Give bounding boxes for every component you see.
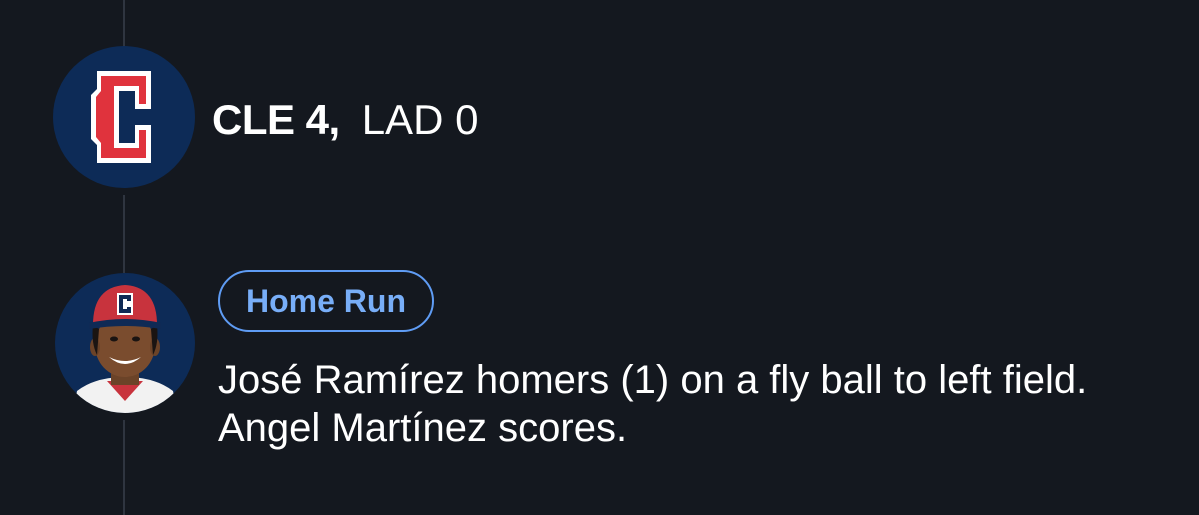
- cleveland-guardians-c-icon: [91, 71, 151, 163]
- timeline-connector: [123, 195, 125, 273]
- player-headshot-icon: [73, 285, 177, 413]
- timeline-connector: [123, 0, 125, 48]
- score-line: CLE 4, LAD 0: [212, 92, 478, 148]
- player-avatar: [55, 273, 195, 413]
- play-description: José Ramírez homers (1) on a fly ball to…: [218, 358, 1088, 450]
- trailing-team-score: LAD 0: [361, 96, 479, 143]
- timeline-connector: [123, 420, 125, 515]
- leading-team-score: CLE 4,: [212, 96, 340, 143]
- event-type-badge: Home Run: [218, 270, 434, 332]
- team-logo: [53, 46, 195, 188]
- scoring-play-card: CLE 4, LAD 0 Home Run José Ramírez homer…: [0, 0, 1199, 515]
